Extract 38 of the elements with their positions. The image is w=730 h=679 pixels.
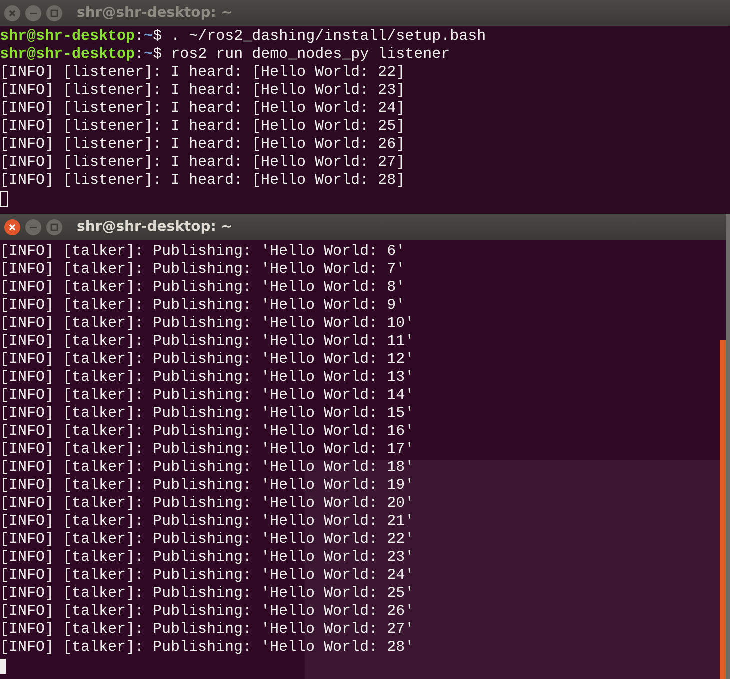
- terminal-line: [INFO] [talker]: Publishing: 'Hello World: 7': [0, 261, 406, 279]
- terminal-line: [INFO] [talker]: Publishing: 'Hello World: 22': [0, 531, 414, 549]
- terminal-line: [INFO] [talker]: Publishing: 'Hello World: 6': [0, 243, 406, 261]
- terminal-line: [INFO] [talker]: Publishing: 'Hello World: 28': [0, 639, 414, 657]
- terminal-line: [INFO] [talker]: Publishing: 'Hello World: 19': [0, 477, 414, 495]
- terminal-line: [INFO] [talker]: Publishing: 'Hello World: 25': [0, 585, 414, 603]
- terminal-line: [INFO] [talker]: Publishing: 'Hello World: 10': [0, 315, 414, 333]
- terminal-line: [INFO] [talker]: Publishing: 'Hello World: 14': [0, 387, 414, 405]
- window-title: shr@shr-desktop: ~: [77, 5, 233, 21]
- terminal-line: [INFO] [talker]: Publishing: 'Hello World: 16': [0, 423, 414, 441]
- terminal-line: [INFO] [listener]: I heard: [Hello World: 25]: [0, 118, 406, 136]
- terminal-line: [INFO] [listener]: I heard: [Hello World: 24]: [0, 100, 406, 118]
- terminal-line: [INFO] [listener]: I heard: [Hello World: 28]: [0, 172, 406, 190]
- terminal-line: [INFO] [talker]: Publishing: 'Hello World: 13': [0, 369, 414, 387]
- terminal-line: shr@shr-desktop:~$ . ~/ros2_dashing/install/setup.bash: [0, 28, 486, 46]
- terminal-line: [INFO] [talker]: Publishing: 'Hello World: 15': [0, 405, 414, 423]
- terminal-line: [INFO] [talker]: Publishing: 'Hello World: 24': [0, 567, 414, 585]
- terminal-line: [INFO] [talker]: Publishing: 'Hello World: 8': [0, 279, 406, 297]
- terminal-line: [INFO] [listener]: I heard: [Hello World: 22]: [0, 64, 406, 82]
- maximize-icon[interactable]: [46, 4, 63, 22]
- terminal-line: [INFO] [talker]: Publishing: 'Hello World: 23': [0, 549, 414, 567]
- terminal-line: [INFO] [talker]: Publishing: 'Hello World: 11': [0, 333, 414, 351]
- terminal-line: [INFO] [talker]: Publishing: 'Hello World: 21': [0, 513, 414, 531]
- terminal-line: [INFO] [talker]: Publishing: 'Hello World: 12': [0, 351, 414, 369]
- close-icon[interactable]: [4, 218, 21, 236]
- terminal-line: [INFO] [talker]: Publishing: 'Hello World: 18': [0, 459, 414, 477]
- window-title: shr@shr-desktop: ~: [77, 219, 233, 235]
- terminal-line: [INFO] [talker]: Publishing: 'Hello World: 26': [0, 603, 414, 621]
- terminal-line: [INFO] [listener]: I heard: [Hello World: 26]: [0, 136, 406, 154]
- terminal-line: [INFO] [talker]: Publishing: 'Hello World: 20': [0, 495, 414, 513]
- terminal-line: [INFO] [listener]: I heard: [Hello World: 27]: [0, 154, 406, 172]
- terminal-line: [INFO] [talker]: Publishing: 'Hello World: 9': [0, 297, 406, 315]
- terminal-line: [INFO] [listener]: I heard: [Hello World: 23]: [0, 82, 406, 100]
- terminal-line: [INFO] [talker]: Publishing: 'Hello World: 27': [0, 621, 414, 639]
- minimize-icon[interactable]: [25, 4, 42, 22]
- terminal-line: [INFO] [talker]: Publishing: 'Hello World: 17': [0, 441, 414, 459]
- maximize-icon[interactable]: [46, 218, 63, 236]
- terminal-line: shr@shr-desktop:~$ ros2 run demo_nodes_py listener: [0, 46, 450, 64]
